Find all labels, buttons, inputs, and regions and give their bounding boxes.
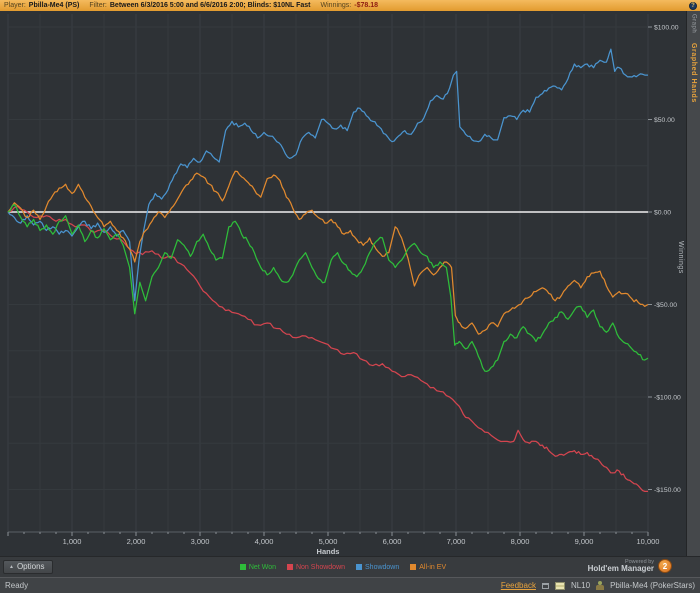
svg-text:$100.00: $100.00 [654, 25, 679, 32]
filter-value: Between 6/3/2016 5:00 and 6/6/2016 2:00;… [109, 2, 311, 9]
legend-swatch [239, 564, 246, 570]
legend-swatch [356, 564, 363, 570]
svg-text:10,000: 10,000 [637, 537, 660, 546]
winnings-value: -$78.18 [354, 2, 378, 9]
svg-text:-$100.00: -$100.00 [654, 395, 681, 402]
legend-swatch [410, 564, 417, 570]
svg-text:9,000: 9,000 [575, 537, 594, 546]
side-tab-strip: Graph Graphed Hands [686, 11, 700, 556]
filter-label: Filter: [89, 2, 107, 9]
legend-label: Showdown [365, 563, 400, 571]
svg-text:6,000: 6,000 [383, 537, 402, 546]
x-axis-title: Hands [317, 547, 340, 556]
legend-label: Net Won [248, 563, 276, 571]
money-stack-icon [554, 581, 565, 590]
svg-text:2,000: 2,000 [127, 537, 146, 546]
svg-text:-$150.00: -$150.00 [654, 487, 681, 494]
svg-text:7,000: 7,000 [447, 537, 466, 546]
legend-label: All-in EV [419, 563, 447, 571]
side-tab-graph[interactable]: Graph [691, 14, 697, 33]
powered-by-block: Powered by Hold'em Manager 2 [588, 559, 672, 574]
legend-item-non-showdown[interactable]: Non Showdown [286, 563, 346, 571]
side-tab-graphed-hands[interactable]: Graphed Hands [690, 43, 697, 103]
legend-item-showdown[interactable]: Showdown [356, 564, 399, 571]
x-axis: 1,000 2,000 3,000 4,000 5,000 6,000 7,000 8,000… [7, 531, 660, 556]
window-icon[interactable] [541, 582, 549, 589]
legend-item-all-in-ev[interactable]: All-in EV [410, 564, 446, 571]
player-value: Pbilla-Me4 (PS) [28, 2, 80, 9]
brand-name: Hold'em Manager [587, 564, 654, 574]
svg-text:3,000: 3,000 [191, 537, 210, 546]
legend-item-net-won[interactable]: Net Won [239, 563, 276, 571]
svg-text:1,000: 1,000 [63, 537, 82, 546]
svg-text:8,000: 8,000 [511, 537, 530, 546]
player-label: Player: [4, 2, 26, 9]
status-ready: Ready [5, 581, 29, 590]
chart-legend: Net Won Non Showdown Showdown All-in EV [0, 557, 686, 577]
status-bar: Ready Feedback NL10 Pbilla-Me4 (PokerSta… [0, 577, 700, 593]
graph-panel: 1,000 2,000 3,000 4,000 5,000 6,000 7,000 8,000… [0, 11, 700, 556]
winnings-label: Winnings: [320, 2, 352, 9]
legend-label: Non Showdown [295, 563, 346, 571]
help-icon[interactable]: ? [689, 1, 697, 10]
svg-text:5,000: 5,000 [319, 537, 338, 546]
svg-text:-$50.00: -$50.00 [654, 302, 677, 309]
svg-text:$50.00: $50.00 [654, 117, 675, 124]
svg-text:$0.00: $0.00 [654, 210, 671, 217]
legend-swatch [286, 564, 293, 570]
hm2-logo-icon: 2 [658, 559, 672, 574]
winnings-graph: 1,000 2,000 3,000 4,000 5,000 6,000 7,000 8,000… [7, 14, 681, 556]
status-player-name: Pbilla-Me4 (PokerStars) [610, 581, 695, 590]
feedback-link[interactable]: Feedback [501, 581, 536, 590]
svg-text:4,000: 4,000 [255, 537, 274, 546]
player-icon [596, 581, 605, 590]
y-axis-title: Winnings [677, 241, 684, 274]
title-bar: Player: Pbilla-Me4 (PS) Filter: Between … [0, 0, 700, 11]
graph-footer: ▲ Options Net Won Non Showdown Showdown All… [0, 556, 700, 577]
stakes-value: NL10 [570, 581, 591, 590]
